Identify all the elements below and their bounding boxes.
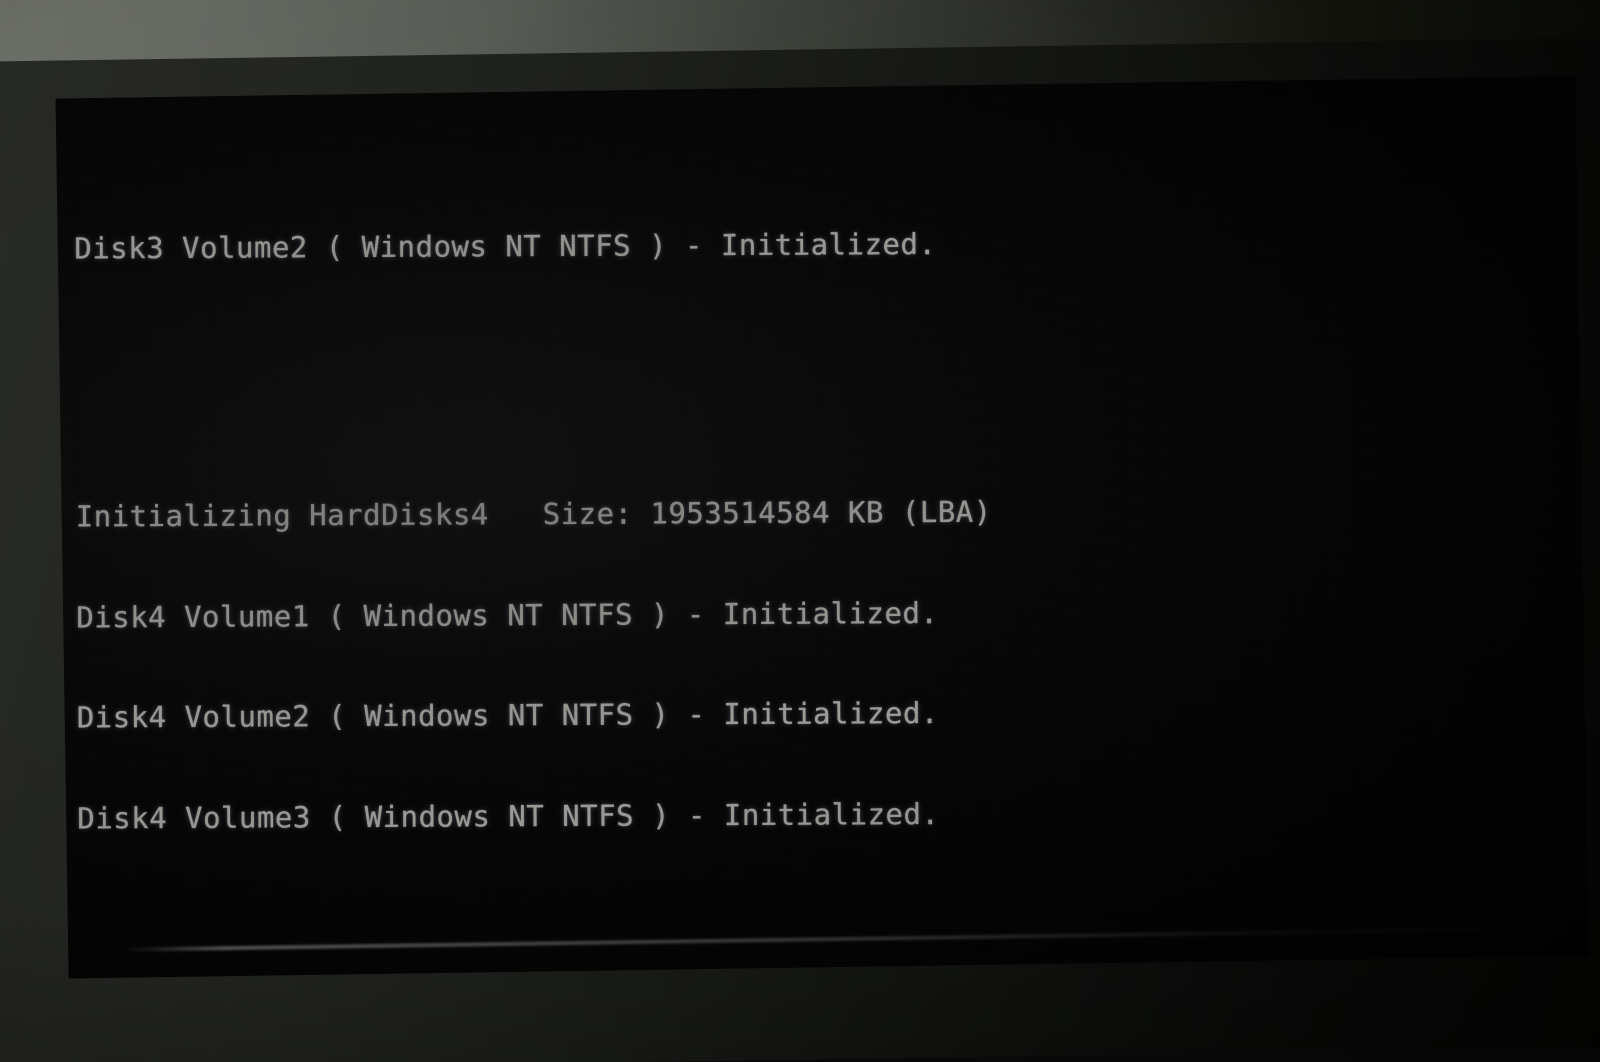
init-line: Disk4 Volume3 ( Windows NT NTFS ) - Init… xyxy=(77,796,940,835)
monitor-photograph: Disk3 Volume1 ( Windows NT NTFS ) - Init… xyxy=(0,0,1600,1062)
monitor-bezel: Disk3 Volume1 ( Windows NT NTFS ) - Init… xyxy=(0,36,1600,1062)
init-line: Disk3 Volume2 ( Windows NT NTFS ) - Init… xyxy=(74,226,937,266)
init-line: Disk4 Volume1 ( Windows NT NTFS ) - Init… xyxy=(76,595,939,634)
init-line: Disk4 Volume2 ( Windows NT NTFS ) - Init… xyxy=(76,695,939,735)
init-header-harddisks4: Initializing HardDisks4 Size: 1953514584… xyxy=(75,494,992,534)
console-output: Disk3 Volume2 ( Windows NT NTFS ) - Init… xyxy=(56,91,1581,979)
display-screen[interactable]: Disk3 Volume1 ( Windows NT NTFS ) - Init… xyxy=(55,76,1589,979)
